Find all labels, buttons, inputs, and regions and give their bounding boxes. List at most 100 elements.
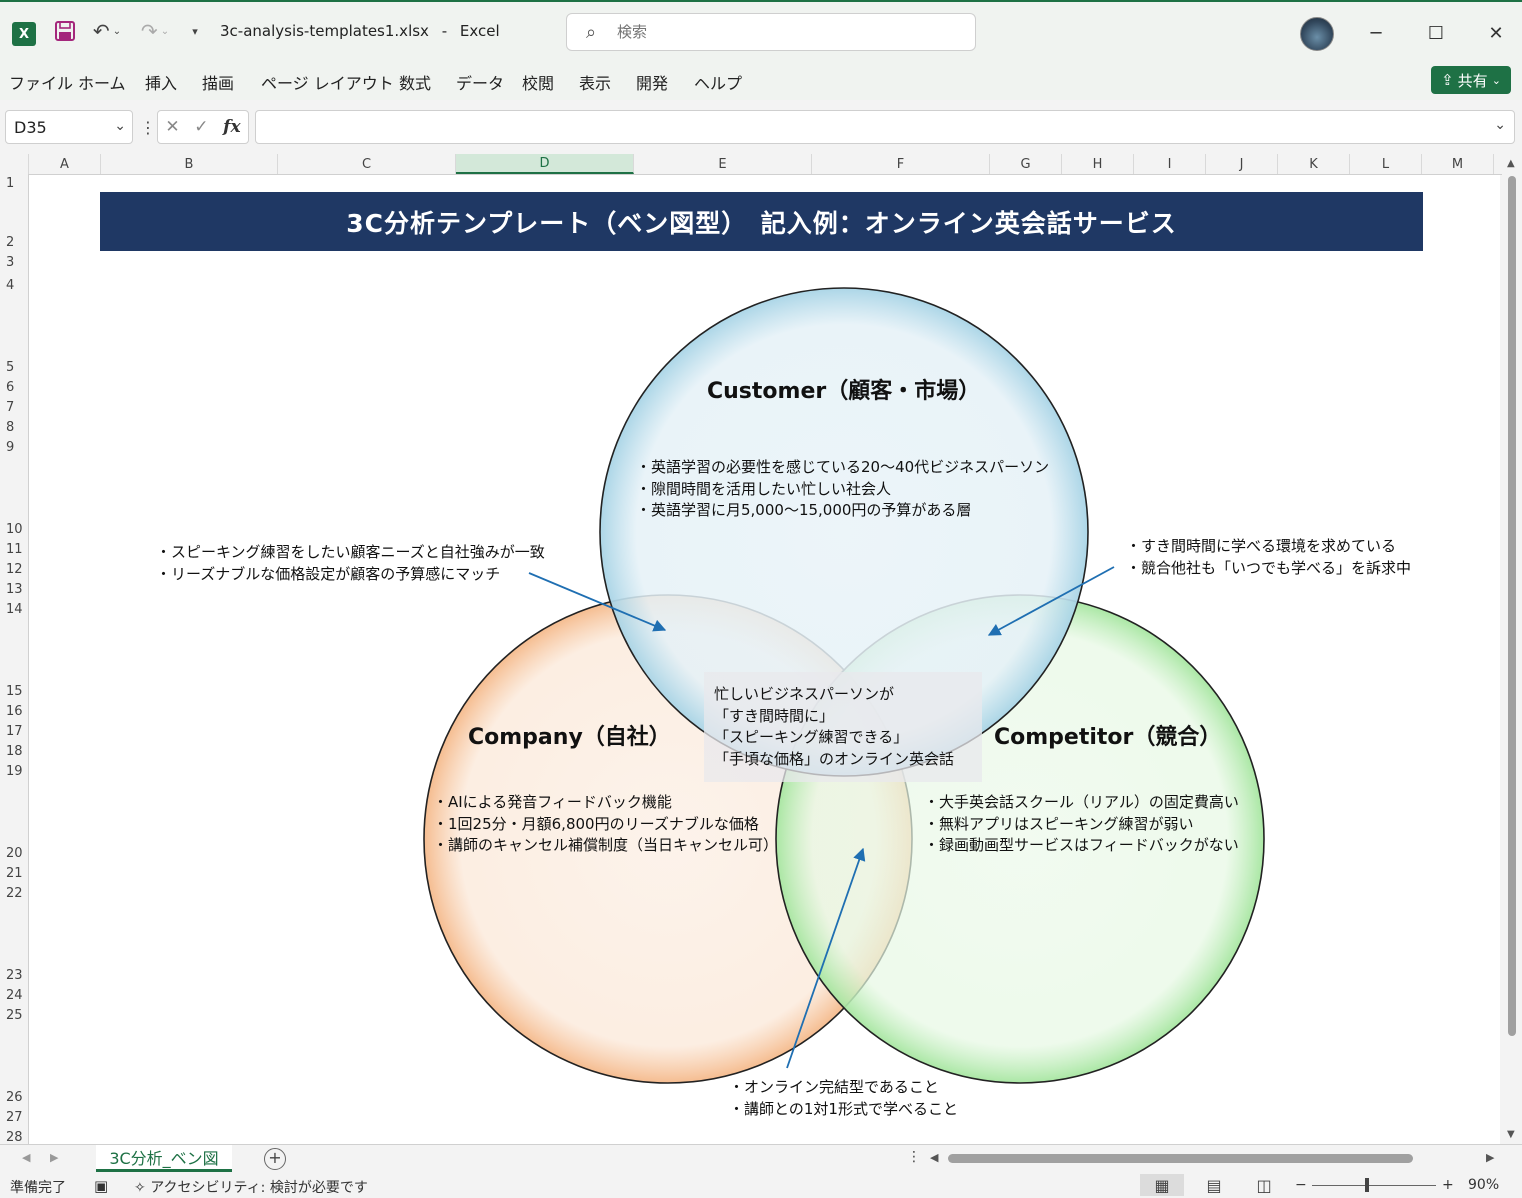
avatar[interactable] — [1300, 17, 1334, 51]
close-icon[interactable]: ✕ — [1476, 16, 1516, 50]
tab-formulas[interactable]: 数式 — [399, 70, 431, 94]
tab-review[interactable]: 校閲 — [522, 70, 554, 94]
row-header[interactable]: 5 — [0, 360, 28, 375]
page-break-view-icon[interactable]: ◫ — [1242, 1174, 1286, 1196]
zoom-slider[interactable] — [1312, 1185, 1436, 1186]
vertical-scroll-thumb[interactable] — [1508, 176, 1516, 1036]
search-box[interactable]: ⌕ — [566, 13, 976, 51]
scroll-up-icon[interactable]: ▲ — [1507, 158, 1515, 169]
customer-text: ・英語学習の必要性を感じている20～40代ビジネスパーソン ・隙間時間を活用した… — [636, 458, 1050, 519]
row-header[interactable]: 21 — [0, 866, 28, 881]
page-layout-view-icon[interactable]: ▤ — [1192, 1174, 1236, 1196]
column-header-k[interactable]: K — [1278, 154, 1350, 174]
column-header-c[interactable]: C — [278, 154, 456, 174]
row-header[interactable]: 11 — [0, 542, 28, 557]
zoom-level[interactable]: 90% — [1468, 1177, 1499, 1193]
row-header[interactable]: 24 — [0, 988, 28, 1003]
horizontal-scroll-thumb[interactable] — [948, 1154, 1413, 1163]
redo-icon[interactable]: ↷ ⌄ — [136, 19, 174, 43]
row-header[interactable]: 19 — [0, 764, 28, 779]
tab-view[interactable]: 表示 — [579, 70, 611, 94]
add-sheet-icon[interactable]: + — [264, 1148, 286, 1170]
row-header[interactable]: 28 — [0, 1130, 28, 1145]
tab-draw[interactable]: 描画 — [202, 70, 234, 94]
cancel-icon[interactable]: ✕ — [165, 117, 179, 137]
customize-toolbar-icon[interactable]: ▾ — [186, 22, 204, 40]
row-header[interactable]: 6 — [0, 380, 28, 395]
column-header-m[interactable]: M — [1422, 154, 1494, 174]
insert-function-icon[interactable]: fx — [223, 117, 240, 137]
name-box[interactable]: D35 ⌄ — [5, 110, 133, 144]
vertical-scrollbar[interactable]: ▲ ▼ — [1502, 154, 1522, 1144]
row-header[interactable]: 16 — [0, 704, 28, 719]
row-header[interactable]: 14 — [0, 602, 28, 617]
tab-insert[interactable]: 挿入 — [145, 70, 177, 94]
row-header[interactable]: 13 — [0, 582, 28, 597]
prev-sheet-icon[interactable]: ◀ — [22, 1151, 30, 1164]
column-header-h[interactable]: H — [1062, 154, 1134, 174]
column-header-j[interactable]: J — [1206, 154, 1278, 174]
row-header[interactable]: 25 — [0, 1008, 28, 1023]
row-header[interactable]: 8 — [0, 420, 28, 435]
column-header-g[interactable]: G — [990, 154, 1062, 174]
row-header[interactable]: 27 — [0, 1110, 28, 1125]
minimize-icon[interactable]: ─ — [1356, 16, 1396, 50]
chevron-down-icon: ⌄ — [1491, 73, 1501, 87]
row-header[interactable]: 17 — [0, 724, 28, 739]
status-bar: 準備完了 ▣ ✧ アクセシビリティ: 検討が必要です ▦ ▤ ◫ − + 90% — [0, 1172, 1522, 1198]
accessibility-status[interactable]: ✧ アクセシビリティ: 検討が必要です — [134, 1177, 368, 1197]
column-header-b[interactable]: B — [101, 154, 278, 174]
share-button[interactable]: ⇪ 共有 ⌄ — [1431, 66, 1511, 94]
undo-icon[interactable]: ↶ ⌄ — [88, 19, 126, 43]
horizontal-scrollbar[interactable]: ◀ ▶ — [928, 1151, 1500, 1167]
macro-record-icon[interactable]: ▣ — [94, 1177, 108, 1195]
row-header[interactable]: 2 — [0, 235, 28, 250]
tab-developer[interactable]: 開発 — [636, 70, 668, 94]
zoom-in-button[interactable]: + — [1442, 1177, 1454, 1193]
confirm-icon[interactable]: ✓ — [194, 117, 208, 137]
save-icon[interactable] — [54, 20, 76, 42]
scroll-left-icon[interactable]: ◀ — [930, 1151, 938, 1164]
formula-input[interactable]: ⌄ — [255, 110, 1515, 144]
row-header[interactable]: 1 — [0, 176, 28, 191]
tab-file[interactable]: ファイル — [9, 70, 73, 94]
next-sheet-icon[interactable]: ▶ — [50, 1151, 58, 1164]
expand-formula-icon[interactable]: ⌄ — [1494, 117, 1506, 133]
tab-page-layout[interactable]: ページ レイアウト — [261, 70, 394, 94]
row-header[interactable]: 26 — [0, 1090, 28, 1105]
row-header[interactable]: 4 — [0, 278, 28, 293]
row-header[interactable]: 3 — [0, 255, 28, 270]
row-header[interactable]: 12 — [0, 562, 28, 577]
row-header[interactable]: 23 — [0, 968, 28, 983]
row-header[interactable]: 20 — [0, 846, 28, 861]
worksheet-grid[interactable]: 3C分析テンプレート（ベン図型） 記入例：オンライン英会話サービス Custom… — [29, 175, 1500, 1144]
column-header-i[interactable]: I — [1134, 154, 1206, 174]
row-header[interactable]: 15 — [0, 684, 28, 699]
sheet-tab-3c[interactable]: 3C分析_ベン図 — [96, 1145, 232, 1172]
maximize-icon[interactable]: ☐ — [1416, 16, 1456, 50]
column-header-d[interactable]: D — [456, 154, 634, 174]
tab-split-handle[interactable]: ⋮ — [907, 1149, 921, 1165]
row-header[interactable]: 9 — [0, 440, 28, 455]
chevron-down-icon[interactable]: ⌄ — [114, 118, 126, 134]
scroll-right-icon[interactable]: ▶ — [1486, 1151, 1494, 1164]
column-header-f[interactable]: F — [812, 154, 990, 174]
tab-home[interactable]: ホーム — [78, 70, 126, 94]
search-input[interactable] — [615, 22, 919, 42]
column-header-e[interactable]: E — [634, 154, 812, 174]
share-label: 共有 — [1457, 71, 1488, 90]
tab-help[interactable]: ヘルプ — [694, 70, 742, 94]
zoom-out-button[interactable]: − — [1295, 1177, 1307, 1193]
tab-data[interactable]: データ — [456, 70, 504, 94]
column-header-l[interactable]: L — [1350, 154, 1422, 174]
row-header[interactable]: 22 — [0, 886, 28, 901]
more-options-icon[interactable]: ⋮ — [140, 118, 156, 137]
normal-view-icon[interactable]: ▦ — [1140, 1174, 1184, 1196]
row-header[interactable]: 10 — [0, 522, 28, 537]
zoom-slider-thumb[interactable] — [1365, 1178, 1369, 1192]
column-header-a[interactable]: A — [29, 154, 101, 174]
row-header[interactable]: 18 — [0, 744, 28, 759]
row-header[interactable]: 7 — [0, 400, 28, 415]
select-all-corner[interactable] — [0, 154, 29, 174]
scroll-down-icon[interactable]: ▼ — [1507, 1129, 1515, 1140]
